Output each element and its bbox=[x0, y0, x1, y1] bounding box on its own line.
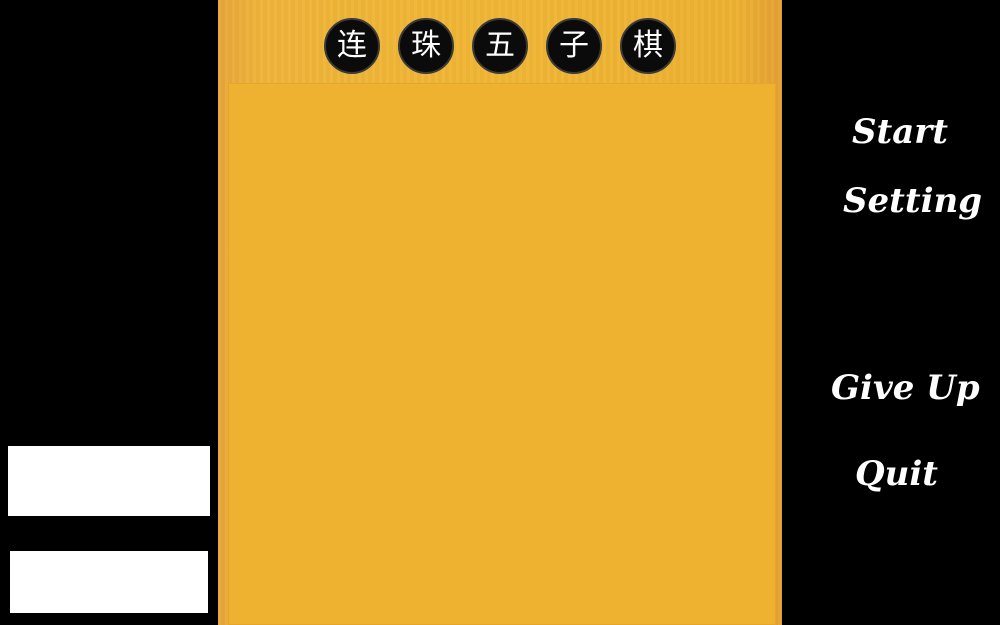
title-char-zhu: 珠 bbox=[398, 18, 454, 74]
gomoku-board[interactable] bbox=[228, 83, 776, 625]
quit-button[interactable]: Quit bbox=[855, 454, 938, 494]
give-up-button[interactable]: Give Up bbox=[831, 368, 980, 408]
game-window: 连 珠 五 子 棋 Start Setting Give Up Quit bbox=[0, 0, 1000, 625]
player-info-box-1 bbox=[8, 446, 210, 516]
board-area: 连 珠 五 子 棋 bbox=[218, 0, 782, 625]
setting-button[interactable]: Setting bbox=[843, 181, 982, 221]
title-char-qi: 棋 bbox=[620, 18, 676, 74]
title-char-wu: 五 bbox=[472, 18, 528, 74]
title-char-zi: 子 bbox=[546, 18, 602, 74]
start-button[interactable]: Start bbox=[852, 112, 948, 152]
game-title: 连 珠 五 子 棋 bbox=[324, 18, 676, 74]
left-info-panel bbox=[0, 0, 218, 625]
player-info-box-2 bbox=[10, 551, 208, 613]
right-menu: Start Setting Give Up Quit bbox=[782, 0, 1000, 625]
title-char-lian: 连 bbox=[324, 18, 380, 74]
